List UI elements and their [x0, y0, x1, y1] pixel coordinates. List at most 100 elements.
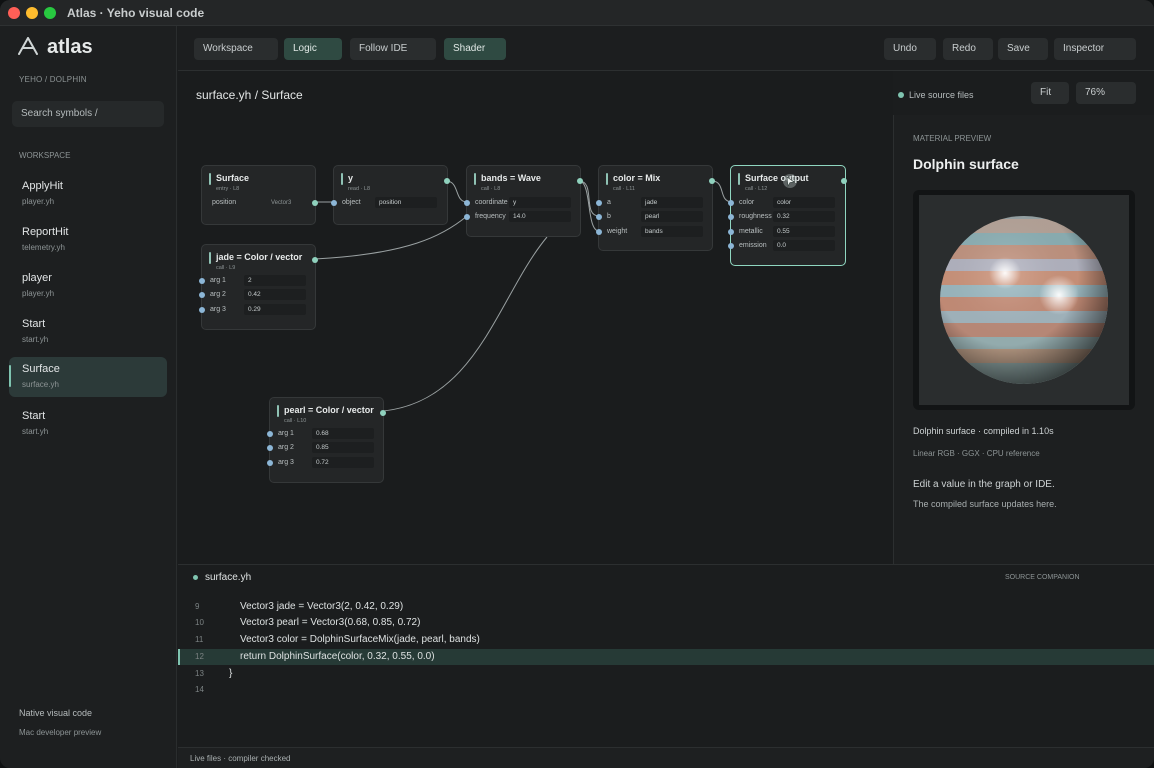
node-pearl-color[interactable]: pearl = Color / vector call · L10 arg 1 … [267, 397, 386, 483]
node-surface-entry[interactable]: Surface entry · L8 position Vector3 [201, 165, 318, 225]
inspector-button[interactable]: Inspector [1054, 38, 1136, 60]
code-line[interactable]: 10 Vector3 pearl = Vector3(0.68, 0.85, 0… [178, 615, 1154, 631]
sidebar-item-start[interactable]: Start start.yh [9, 312, 167, 352]
port-value-field[interactable]: jade [641, 197, 703, 208]
fit-button[interactable]: Fit [1031, 82, 1069, 104]
port-value-field[interactable]: 2 [244, 275, 306, 286]
output-pin[interactable] [444, 178, 450, 184]
port-label: coordinate [475, 199, 508, 206]
port-value-field[interactable]: 0.0 [773, 240, 835, 251]
node-color-mix[interactable]: color = Mix call · L11 a jade b pearl we… [596, 165, 715, 251]
tab-workspace[interactable]: Workspace [194, 38, 278, 60]
code-file-tab[interactable]: surface.yh [193, 572, 251, 583]
tab-shader[interactable]: Shader [444, 38, 506, 60]
port-value-field[interactable]: 14.0 [509, 211, 571, 222]
line-number: 13 [195, 669, 204, 678]
input-pin[interactable] [464, 200, 470, 206]
port-value-field[interactable]: 0.29 [244, 304, 306, 315]
output-pin[interactable] [709, 178, 715, 184]
line-text: Vector3 jade = Vector3(2, 0.42, 0.29) [240, 601, 404, 612]
line-text: } [229, 668, 233, 679]
tab-follow-ide[interactable]: Follow IDE [350, 38, 436, 60]
line-text: Vector3 pearl = Vector3(0.68, 0.85, 0.72… [240, 617, 421, 628]
project-breadcrumb: YEHO / DOLPHIN [19, 75, 87, 84]
node-graph-canvas[interactable]: surface.yh / Surface Surface entry · L8 … [178, 71, 893, 564]
sidebar-footer-subtitle: Mac developer preview [19, 728, 102, 737]
zoom-window-button[interactable] [44, 7, 56, 19]
port-value-field[interactable]: bands [641, 226, 703, 237]
output-pin[interactable] [577, 178, 583, 184]
input-pin[interactable] [728, 200, 734, 206]
port-value-field[interactable]: position [375, 197, 437, 208]
output-pin[interactable] [312, 257, 318, 263]
port-label: arg 1 [278, 430, 294, 437]
input-pin[interactable] [267, 460, 273, 466]
port-value-field[interactable]: 0.85 [312, 442, 374, 453]
input-pin[interactable] [267, 431, 273, 437]
line-number: 14 [195, 685, 204, 694]
port-value-field[interactable]: y [509, 197, 571, 208]
node-subtitle: call · L11 [613, 186, 635, 192]
input-pin[interactable] [267, 445, 273, 451]
port-label: weight [607, 228, 628, 235]
node-surface-output[interactable]: Surface output call · L12 color color ro… [728, 165, 847, 266]
tab-logic[interactable]: Logic [284, 38, 342, 60]
input-pin[interactable] [199, 307, 205, 313]
input-pin[interactable] [728, 243, 734, 249]
code-line-highlighted[interactable]: 12 return DolphinSurface(color, 0.32, 0.… [178, 649, 1154, 665]
port-value-field[interactable]: 0.32 [773, 211, 835, 222]
sidebar-item-applyhit[interactable]: ApplyHit player.yh [9, 174, 167, 214]
output-pin[interactable] [380, 410, 386, 416]
input-pin[interactable] [596, 200, 602, 206]
node-bands-wave[interactable]: bands = Wave call · L8 coordinate y freq… [464, 165, 583, 237]
node-y-read[interactable]: y read · L8 object position [331, 165, 450, 225]
input-pin[interactable] [199, 278, 205, 284]
source-code-panel[interactable]: surface.yh SOURCE COMPANION 9 Vector3 ja… [178, 564, 1154, 747]
sidebar-item-reporthit[interactable]: ReportHit telemetry.yh [9, 220, 167, 260]
code-line[interactable]: 14 [178, 682, 1154, 698]
input-pin[interactable] [331, 200, 337, 206]
port-value-field[interactable]: 0.68 [312, 428, 374, 439]
sidebar-item-name: Start [22, 410, 46, 422]
code-line[interactable]: 13 } [178, 666, 1154, 682]
redo-button[interactable]: Redo [943, 38, 993, 60]
output-pin[interactable] [841, 178, 847, 184]
port-label: arg 2 [278, 444, 294, 451]
node-title: bands = Wave [481, 173, 541, 183]
zoom-level-select[interactable]: 76% [1076, 82, 1136, 104]
input-pin[interactable] [199, 292, 205, 298]
workspace-section-label: WORKSPACE [19, 151, 71, 160]
compile-status: Dolphin surface · compiled in 1.10s [913, 426, 1054, 436]
search-symbols-input[interactable]: Search symbols / [12, 101, 164, 127]
code-line[interactable]: 9 Vector3 jade = Vector3(2, 0.42, 0.29) [178, 599, 1154, 615]
save-button[interactable]: Save [998, 38, 1048, 60]
port-value-field[interactable]: 0.72 [312, 457, 374, 468]
input-pin[interactable] [596, 229, 602, 235]
material-inspector: MATERIAL PREVIEW Dolphin surface Dolphin… [893, 115, 1154, 564]
live-status-dot [898, 92, 904, 98]
sidebar-item-player[interactable]: player player.yh [9, 266, 167, 306]
sidebar-item-start-2[interactable]: Start start.yh [9, 404, 167, 444]
inspector-hint-detail: The compiled surface updates here. [913, 499, 1057, 509]
input-pin[interactable] [464, 214, 470, 220]
node-subtitle: read · L8 [348, 186, 371, 192]
sidebar: atlas YEHO / DOLPHIN Search symbols / WO… [0, 26, 177, 768]
node-jade-color[interactable]: jade = Color / vector call · L9 arg 1 2 … [199, 244, 318, 330]
undo-button[interactable]: Undo [884, 38, 936, 60]
port-label: roughness [739, 213, 772, 220]
port-value-field[interactable]: 0.55 [773, 226, 835, 237]
line-number: 11 [195, 635, 204, 644]
port-value-field[interactable]: color [773, 197, 835, 208]
input-pin[interactable] [596, 214, 602, 220]
code-line[interactable]: 11 Vector3 color = DolphinSurfaceMix(jad… [178, 632, 1154, 648]
output-pin[interactable] [312, 200, 318, 206]
minimize-window-button[interactable] [26, 7, 38, 19]
sidebar-item-surface[interactable]: Surface surface.yh [9, 357, 167, 397]
port-value-field[interactable]: 0.42 [244, 289, 306, 300]
node-accent [209, 173, 211, 185]
line-text: return DolphinSurface(color, 0.32, 0.55,… [240, 651, 435, 662]
input-pin[interactable] [728, 214, 734, 220]
close-window-button[interactable] [8, 7, 20, 19]
input-pin[interactable] [728, 229, 734, 235]
port-value-field[interactable]: pearl [641, 211, 703, 222]
